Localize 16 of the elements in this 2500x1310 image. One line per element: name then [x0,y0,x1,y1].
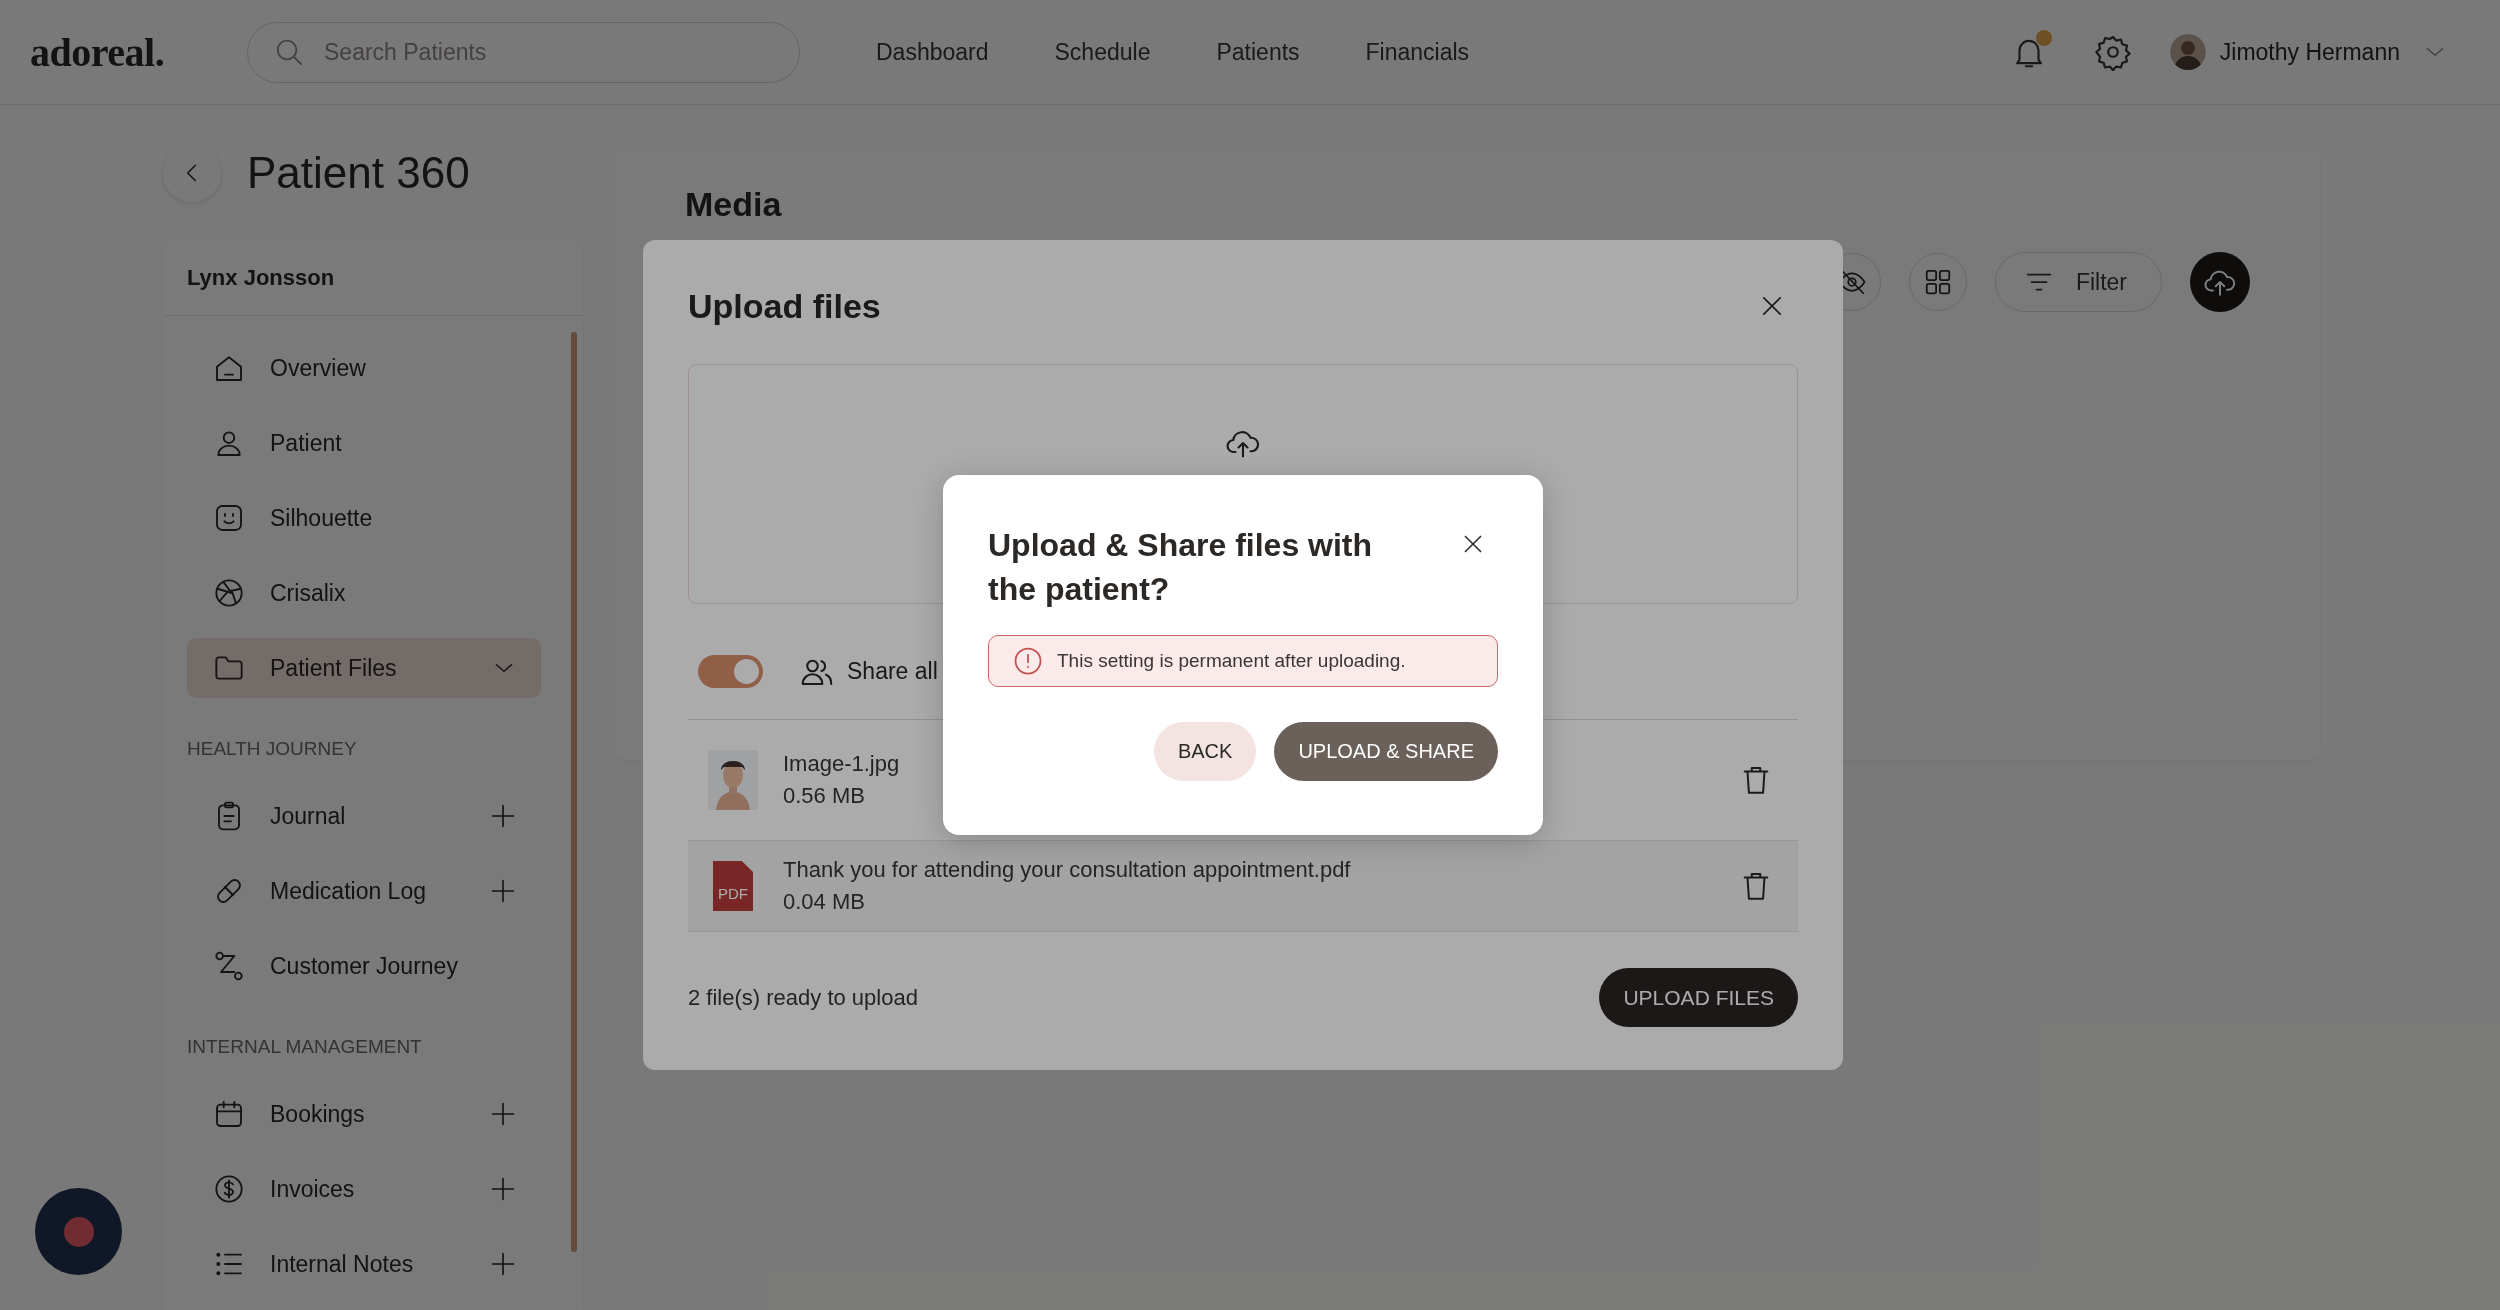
pdf-file-icon: PDF [713,861,753,911]
toggle-label: Share all [847,658,938,685]
dialog-title: Upload & Share files with the patient? [988,526,1374,609]
user-name: Jimothy Hermann [2219,38,2400,66]
page-title: Patient 360 [247,147,470,198]
file-name: Image-1.jpg [783,751,900,777]
file-name: Thank you for attending your consultation appointment.pdf [783,857,1351,883]
modal-title: Upload files [688,286,881,326]
section-heading: HEALTH JOURNEY [187,738,358,760]
section-heading: INTERNAL MANAGEMENT [187,1036,423,1058]
status-text: 2 file(s) ready to upload [688,984,918,1011]
patient-name: Lynx Jonsson [163,240,583,316]
file-size: 0.56 MB [783,783,865,809]
file-size: 0.04 MB [783,889,865,915]
warning-text: This setting is permanent after uploading. [1057,650,1406,672]
section-title: Media [685,185,783,224]
